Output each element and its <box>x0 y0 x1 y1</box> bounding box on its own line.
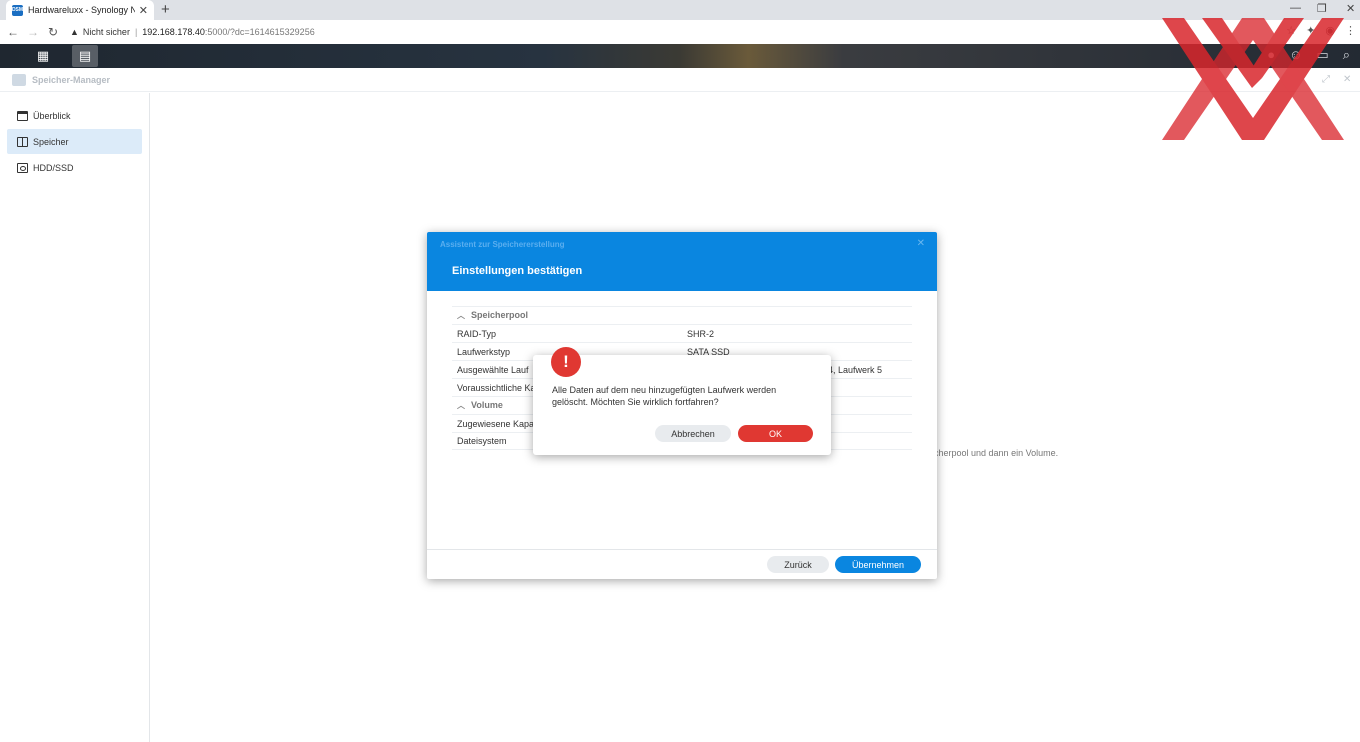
back-icon[interactable]: ← <box>3 25 23 39</box>
row-label: Zugewiesene Kapa <box>457 418 535 429</box>
wizard-title: Einstellungen bestätigen <box>452 265 583 277</box>
bookmark-star-icon[interactable]: ☆ <box>1286 24 1296 37</box>
new-tab-icon[interactable]: + <box>161 1 170 18</box>
storage-manager-taskbar-icon[interactable]: ▤ <box>72 45 98 67</box>
storage-pool-icon <box>17 136 28 147</box>
browser-tab[interactable]: DSM Hardwareluxx - Synology NAS ✕ <box>6 0 154 20</box>
sidebar-item-overview[interactable]: Überblick <box>7 103 142 128</box>
apply-button[interactable]: Übernehmen <box>835 556 921 573</box>
wizard-footer: Zurück Übernehmen <box>427 549 937 579</box>
browser-tabstrip: DSM Hardwareluxx - Synology NAS ✕ + — ❐ … <box>0 0 1360 20</box>
profile-icon[interactable]: ◉ <box>1325 24 1335 37</box>
security-label: Nicht sicher <box>82 27 130 37</box>
row-label: RAID-Typ <box>457 328 497 339</box>
tab-title: Hardwareluxx - Synology NAS <box>28 5 135 15</box>
section-header-pool[interactable]: ︿ Speicherpool <box>452 306 912 324</box>
app-close-icon[interactable]: ✕ <box>1343 74 1351 85</box>
address-separator: | <box>134 27 138 37</box>
widgets-icon[interactable]: ▭ <box>1316 47 1328 63</box>
sidebar: Überblick Speicher HDD/SSD <box>0 93 150 742</box>
chevron-up-icon: ︿ <box>457 401 465 410</box>
forward-icon[interactable]: → <box>23 25 43 39</box>
sidebar-item-storage[interactable]: Speicher <box>7 129 142 154</box>
wizard-close-icon[interactable]: ✕ <box>917 238 925 249</box>
background-hint-text: cherpool und dann ein Volume. <box>934 448 1059 458</box>
warning-icon: ▲ <box>70 27 79 37</box>
url-host: 192.168.178.40 <box>142 27 205 37</box>
reload-icon[interactable]: ↻ <box>43 25 63 39</box>
hdd-icon <box>17 162 28 173</box>
sidebar-item-hdd-ssd[interactable]: HDD/SSD <box>7 155 142 180</box>
row-label: Voraussichtliche Ka <box>457 382 536 393</box>
extension-icon[interactable]: ✦ <box>1306 24 1315 37</box>
dsm-tray: ● ☺ ▭ ⌕ <box>1267 47 1350 63</box>
search-icon[interactable]: ⌕ <box>1343 47 1350 63</box>
close-tab-icon[interactable]: ✕ <box>139 4 148 17</box>
section-title: Volume <box>471 400 503 410</box>
sidebar-item-label: Speicher <box>33 136 69 147</box>
confirm-dialog: ! Alle Daten auf dem neu hinzugefügten L… <box>533 347 831 455</box>
app-title: Speicher-Manager <box>32 75 111 85</box>
menu-icon[interactable]: ⋮ <box>1345 24 1356 37</box>
row-value: 4, Laufwerk 5 <box>828 364 883 375</box>
restore-window-icon[interactable]: ❐ <box>1317 2 1327 15</box>
app-titlebar: Speicher-Manager ⤢ ✕ <box>0 68 1360 92</box>
storage-manager-icon <box>12 74 26 86</box>
main-menu-icon[interactable]: ▦ <box>30 45 56 67</box>
cancel-button[interactable]: Abbrechen <box>655 425 731 442</box>
ok-button[interactable]: OK <box>738 425 813 442</box>
chevron-up-icon: ︿ <box>457 311 465 320</box>
user-icon[interactable]: ☺ <box>1289 47 1302 63</box>
notification-icon[interactable]: ● <box>1267 47 1275 63</box>
section-title: Speicherpool <box>471 310 529 320</box>
browser-actions: ☆ ✦ ◉ ⋮ <box>1286 24 1356 37</box>
app-maximize-icon[interactable]: ⤢ <box>1322 74 1330 85</box>
sidebar-item-label: HDD/SSD <box>33 162 74 173</box>
browser-toolbar: ← → ↻ ▲ Nicht sicher | 192.168.178.40:50… <box>0 20 1360 44</box>
row-label: Laufwerkstyp <box>457 346 511 357</box>
sidebar-item-label: Überblick <box>33 110 71 121</box>
close-window-icon[interactable]: ✕ <box>1346 2 1355 15</box>
back-button[interactable]: Zurück <box>767 556 829 573</box>
minimize-window-icon[interactable]: — <box>1290 2 1301 14</box>
address-bar[interactable]: ▲ Nicht sicher | 192.168.178.40:5000/?dc… <box>70 22 1300 42</box>
overview-icon <box>17 110 28 121</box>
row-value: SHR-2 <box>687 328 715 339</box>
row-label: Dateisystem <box>457 436 507 446</box>
alert-icon: ! <box>551 347 581 377</box>
wizard-subtitle: Assistent zur Speichererstellung <box>440 240 565 249</box>
wizard-header: Assistent zur Speichererstellung ✕ Einst… <box>427 232 937 291</box>
table-row: RAID-Typ SHR-2 <box>452 324 912 342</box>
url-path: :5000/?dc=1614615329256 <box>204 27 315 37</box>
confirm-message: Alle Daten auf dem neu hinzugefügten Lau… <box>552 385 777 407</box>
row-label: Ausgewählte Lauf <box>457 364 529 375</box>
dsm-taskbar: ▦ ▤ ● ☺ ▭ ⌕ <box>0 44 1360 68</box>
synology-favicon-icon: DSM <box>12 4 23 16</box>
